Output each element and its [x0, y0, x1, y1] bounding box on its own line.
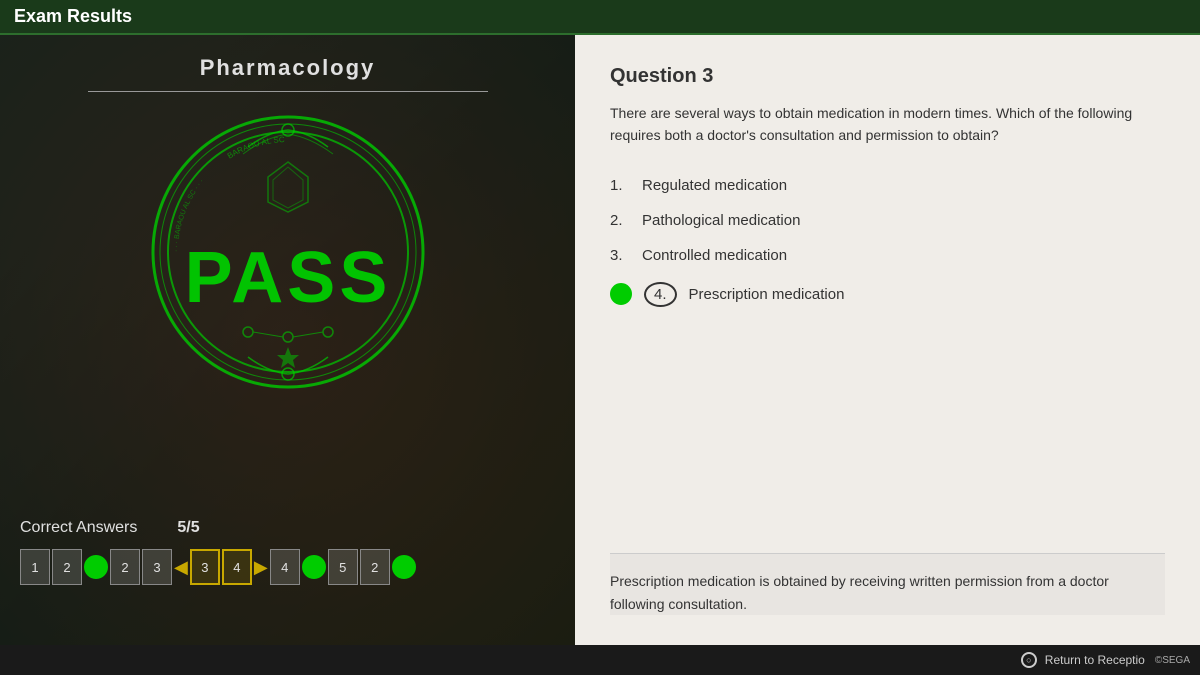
top-bar: Exam Results — [0, 0, 1200, 35]
nav-arrow-right[interactable]: ▶ — [254, 557, 268, 578]
question-navigation: 1 2 2 3 ◀ 3 4 ▶ 4 — [20, 549, 555, 585]
question-text: There are several ways to obtain medicat… — [610, 102, 1165, 147]
svg-text:PASS: PASS — [184, 238, 391, 318]
nav-q1-box[interactable]: 1 — [20, 549, 50, 585]
answer-4-circled-num: 4. — [644, 282, 677, 307]
nav-circle-2 — [302, 555, 326, 579]
nav-q4-circle — [302, 555, 326, 579]
main-content: Pharmacology — [0, 35, 1200, 645]
left-bottom-section: Correct Answers 5/5 1 2 2 3 ◀ — [20, 519, 555, 585]
return-icon: ○ — [1021, 652, 1037, 668]
answer-2-num: 2. — [610, 212, 630, 229]
nav-q5-circle — [392, 555, 416, 579]
answer-2: 2. Pathological medication — [610, 212, 1165, 229]
nav-selected-3[interactable]: 3 — [190, 549, 220, 585]
answer-1-num: 1. — [610, 177, 630, 194]
nav-q2-box[interactable]: 2 — [110, 549, 140, 585]
answer-4: 4. Prescription medication — [610, 282, 1165, 307]
top-bar-title: Exam Results — [14, 6, 132, 27]
sega-label: ©SEGA — [1155, 655, 1190, 666]
answer-1: 1. Regulated medication — [610, 177, 1165, 194]
subject-title: Pharmacology — [200, 55, 376, 81]
answer-3-text: Controlled medication — [642, 247, 787, 264]
answer-4-text: Prescription medication — [689, 286, 845, 303]
right-panel: Question 3 There are several ways to obt… — [575, 35, 1200, 645]
answer-3-num: 3. — [610, 247, 630, 264]
answers-list: 1. Regulated medication 2. Pathological … — [610, 177, 1165, 325]
correct-answers-value: 5/5 — [177, 519, 199, 537]
nav-q2-num3[interactable]: 3 — [142, 549, 172, 585]
answer-3: 3. Controlled medication — [610, 247, 1165, 264]
correct-answers-label: Correct Answers — [20, 519, 137, 537]
bottom-bar: ○ Return to Receptio ©SEGA — [0, 645, 1200, 675]
nav-q5-box[interactable]: 5 — [328, 549, 358, 585]
answer-2-text: Pathological medication — [642, 212, 800, 229]
nav-q1-circle — [84, 555, 108, 579]
correct-answer-indicator — [610, 283, 632, 305]
nav-selected-4[interactable]: 4 — [222, 549, 252, 585]
nav-circle-1 — [84, 555, 108, 579]
nav-q5-num2[interactable]: 2 — [360, 549, 390, 585]
left-panel: Pharmacology — [0, 35, 575, 645]
explanation-text: Prescription medication is obtained by r… — [610, 570, 1165, 615]
nav-arrow-left[interactable]: ◀ — [174, 557, 188, 578]
answer-4-num: 4. — [644, 282, 677, 307]
return-to-reception[interactable]: ○ Return to Receptio ©SEGA — [1021, 652, 1190, 668]
pass-stamp: BARAOU AL SC · · · BARAOU AL SC · · · PA… — [148, 112, 428, 392]
nav-q1-num2[interactable]: 2 — [52, 549, 82, 585]
svg-text:BARAOU AL SC: BARAOU AL SC — [225, 135, 284, 161]
answer-1-text: Regulated medication — [642, 177, 787, 194]
title-divider — [88, 91, 488, 92]
correct-answers-row: Correct Answers 5/5 — [20, 519, 555, 537]
return-label: Return to Receptio — [1045, 653, 1145, 667]
nav-q4-box[interactable]: 4 — [270, 549, 300, 585]
question-label: Question 3 — [610, 65, 1165, 88]
nav-circle-3 — [392, 555, 416, 579]
explanation-box: Prescription medication is obtained by r… — [610, 553, 1165, 615]
